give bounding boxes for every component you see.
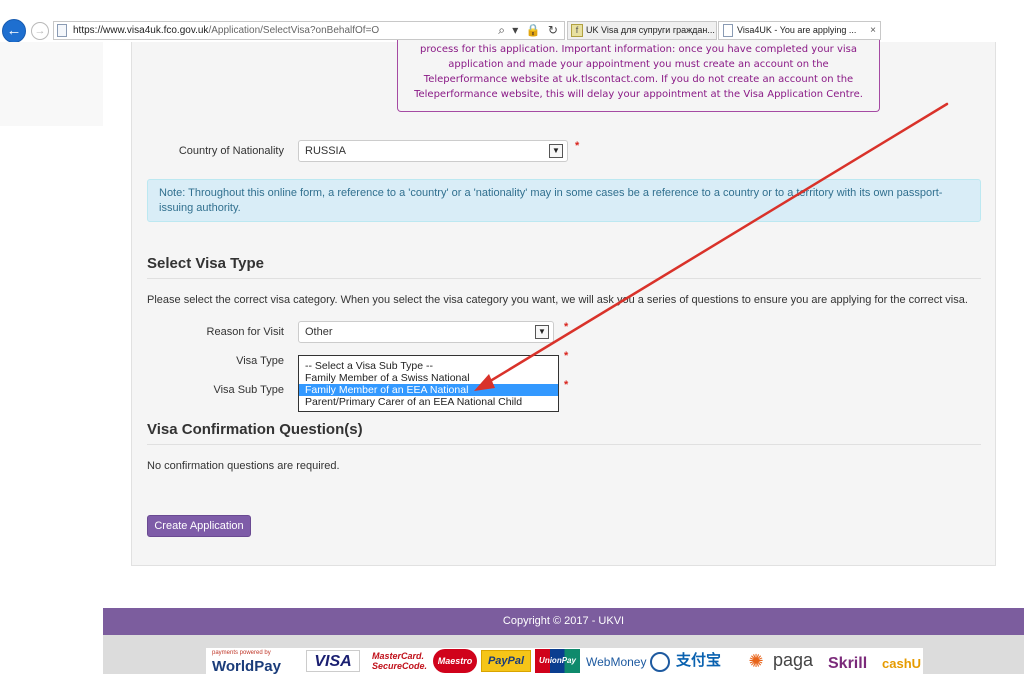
divider [147, 444, 981, 445]
dropdown-option[interactable]: -- Select a Visa Sub Type -- [299, 360, 558, 372]
webmoney-logo: WebMoney [586, 650, 676, 674]
alipay-logo: 支付宝 [676, 652, 722, 669]
select-visa-heading: Select Visa Type [147, 255, 265, 272]
back-arrow-icon[interactable]: ← [2, 19, 26, 43]
divider [147, 278, 981, 279]
required-marker: * [564, 350, 569, 362]
required-marker: * [564, 379, 569, 391]
nationality-note: Note: Throughout this online form, a ref… [147, 179, 981, 222]
browser-tab-active[interactable]: Visa4UK - You are applying ... × [718, 21, 881, 40]
reason-select[interactable]: Other ▼ [298, 321, 554, 343]
forward-arrow-icon[interactable]: → [31, 22, 49, 40]
create-application-button[interactable]: Create Application [147, 515, 251, 537]
payment-logos-strip: payments powered by WorldPay VISA Master… [103, 635, 1024, 674]
unionpay-logo: UnionPay [535, 649, 580, 673]
dropdown-option-selected[interactable]: Family Member of an EEA National [299, 384, 558, 396]
important-notice: process for this application. Important … [397, 40, 880, 112]
visa-intro-text: Please select the correct visa category.… [147, 294, 968, 306]
tab-favicon-icon: f [571, 24, 583, 37]
confirmation-text: No confirmation questions are required. [147, 460, 340, 472]
tab-close-icon[interactable]: × [870, 22, 876, 39]
nationality-label: Country of Nationality [178, 145, 284, 157]
footer-copyright: Copyright © 2017 - UKVI [103, 608, 1024, 635]
cashu-logo: cashU [882, 656, 922, 671]
address-tools-icons[interactable]: ⌕ ▾ 🔒 ↻ [498, 23, 560, 38]
browser-toolbar: ← → https://www.visa4uk.fco.gov.uk/Appli… [0, 18, 1024, 43]
worldpay-logo: payments powered by WorldPay [212, 650, 281, 674]
reason-label: Reason for Visit [206, 326, 284, 338]
url-text[interactable]: https://www.visa4uk.fco.gov.uk/Applicati… [73, 25, 379, 36]
dropdown-option[interactable]: Family Member of a Swiss National [299, 372, 558, 384]
tab-title: Visa4UK - You are applying ... [737, 25, 857, 35]
reason-value: Other [305, 326, 333, 338]
nationality-select[interactable]: RUSSIA ▼ [298, 140, 568, 162]
paga-logo: paga [773, 650, 814, 670]
required-marker: * [564, 321, 569, 333]
sun-logo-icon: ✺ [748, 651, 764, 671]
nationality-value: RUSSIA [305, 145, 346, 157]
page-side-background [0, 42, 103, 126]
skrill-logo: Skrill [828, 655, 868, 672]
address-bar[interactable]: https://www.visa4uk.fco.gov.uk/Applicati… [53, 21, 565, 40]
chevron-down-icon[interactable]: ▼ [549, 144, 563, 158]
form-panel: process for this application. Important … [131, 40, 996, 566]
tab-page-icon [723, 24, 733, 37]
payment-logos: payments powered by WorldPay VISA Master… [206, 648, 923, 674]
confirmation-heading: Visa Confirmation Question(s) [147, 421, 363, 438]
page-icon [57, 24, 67, 37]
visa-type-label: Visa Type [236, 355, 284, 367]
mastercard-securecode-logo: MasterCard. SecureCode. [372, 651, 428, 671]
visa-logo: VISA [306, 650, 360, 672]
visa-sub-type-label: Visa Sub Type [213, 384, 284, 396]
dropdown-option[interactable]: Parent/Primary Carer of an EEA National … [299, 396, 558, 408]
browser-tab[interactable]: f UK Visa для супруги граждан... [567, 21, 717, 40]
globe-icon [650, 652, 670, 672]
paypal-logo: PayPal [481, 650, 531, 672]
maestro-logo: Maestro [433, 649, 477, 673]
visa-sub-type-dropdown[interactable]: -- Select a Visa Sub Type -- Family Memb… [298, 355, 559, 412]
required-marker: * [575, 140, 580, 152]
chevron-down-icon[interactable]: ▼ [535, 325, 549, 339]
tab-title: UK Visa для супруги граждан... [586, 25, 715, 35]
